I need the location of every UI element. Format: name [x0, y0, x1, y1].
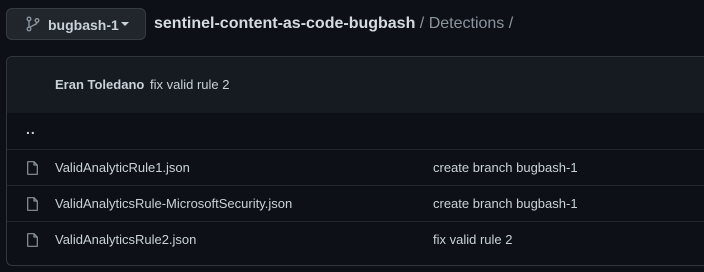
- repo-topbar: bugbash-1 sentinel-content-as-code-bugba…: [0, 0, 704, 50]
- breadcrumb: sentinel-content-as-code-bugbash / Detec…: [154, 14, 513, 34]
- file-browser: Eran Toledano fix valid rule 2 .. ValidA…: [6, 56, 704, 266]
- parent-directory-link[interactable]: ..: [26, 121, 36, 137]
- parent-directory-row[interactable]: ..: [7, 113, 704, 149]
- file-commit-message-link[interactable]: create branch bugbash-1: [433, 160, 578, 176]
- file-row[interactable]: ValidAnalyticsRule2.json fix valid rule …: [7, 221, 704, 258]
- branch-selector-button[interactable]: bugbash-1: [6, 8, 146, 40]
- latest-commit-header: Eran Toledano fix valid rule 2: [7, 57, 704, 114]
- file-name-link[interactable]: ValidAnalyticsRule-MicrosoftSecurity.jso…: [55, 196, 292, 212]
- file-icon: [27, 233, 38, 247]
- file-name-link[interactable]: ValidAnalyticsRule2.json: [55, 232, 196, 248]
- file-name-link[interactable]: ValidAnalyticRule1.json: [55, 160, 190, 176]
- git-branch-icon: [26, 16, 40, 32]
- branch-name: bugbash-1: [48, 17, 119, 33]
- breadcrumb-separator: /: [415, 15, 429, 32]
- file-icon: [27, 197, 38, 211]
- commit-author-link[interactable]: Eran Toledano: [55, 77, 144, 93]
- breadcrumb-repo-link[interactable]: sentinel-content-as-code-bugbash: [154, 15, 415, 32]
- file-icon: [27, 161, 38, 175]
- file-commit-message-link[interactable]: create branch bugbash-1: [433, 196, 578, 212]
- file-row[interactable]: ValidAnalyticsRule-MicrosoftSecurity.jso…: [7, 185, 704, 222]
- triangle-down-icon: [121, 22, 129, 26]
- file-commit-message-link[interactable]: fix valid rule 2: [433, 232, 512, 248]
- file-row[interactable]: ValidAnalyticRule1.json create branch bu…: [7, 149, 704, 186]
- breadcrumb-folder-link[interactable]: Detections: [429, 15, 505, 32]
- breadcrumb-trailing-separator: /: [504, 15, 514, 32]
- commit-message-link[interactable]: fix valid rule 2: [150, 77, 229, 93]
